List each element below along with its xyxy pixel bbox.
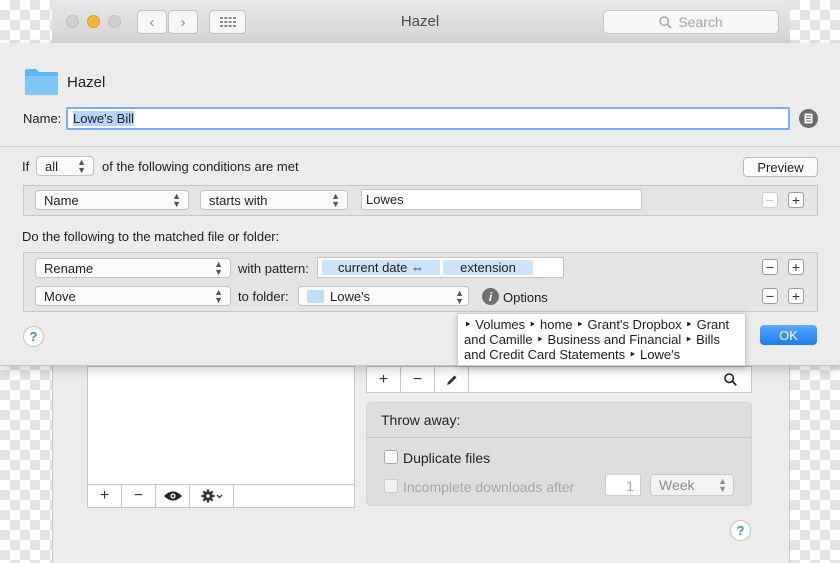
add-folder-button[interactable]: +: [88, 485, 122, 507]
preview-eye-button[interactable]: [156, 485, 190, 507]
chevron-left-icon: ‹: [149, 13, 155, 31]
remove-action1-button[interactable]: −: [762, 259, 778, 275]
add-condition-button[interactable]: +: [788, 192, 804, 208]
sheet-help-button[interactable]: ?: [23, 326, 44, 347]
minimize-window-button[interactable]: [87, 15, 100, 28]
action1-type-value: Rename: [44, 260, 94, 276]
period-value: Week: [659, 477, 695, 493]
incomplete-downloads-checkbox[interactable]: [384, 479, 398, 493]
rule-name-input[interactable]: Lowe's Bill: [66, 107, 790, 130]
remove-rule-button[interactable]: −: [401, 367, 435, 392]
match-mode-popup[interactable]: all ▲ ▼: [36, 156, 94, 176]
folder-path-tooltip: ‣ Volumes ‣ home ‣ Grant's Dropbox ‣ Gra…: [457, 313, 746, 366]
condition-operator-value: starts with: [209, 192, 268, 208]
gear-icon: [201, 489, 222, 503]
destination-folder-popup[interactable]: Lowe's ▲ ▼: [298, 286, 469, 306]
eye-icon: [163, 491, 182, 501]
duplicate-files-checkbox[interactable]: [384, 450, 398, 464]
throw-away-divider: [366, 437, 752, 438]
if-label: If: [22, 159, 30, 174]
folder-icon: [25, 69, 58, 95]
pencil-icon: [446, 375, 456, 385]
add-rule-button[interactable]: +: [367, 367, 401, 392]
remove-folder-button[interactable]: −: [122, 485, 156, 507]
search-placeholder: Search: [678, 14, 723, 30]
conditions-label: of the following conditions are met: [102, 159, 299, 174]
search-icon: [724, 373, 737, 386]
gear-menu-button[interactable]: [190, 485, 234, 507]
action1-type-popup[interactable]: Rename ▲ ▼: [35, 258, 231, 278]
updown-arrow-icon: ▲ ▼: [172, 191, 181, 209]
duplicate-files-label: Duplicate files: [403, 450, 491, 466]
name-label: Name:: [23, 111, 62, 126]
updown-arrow-icon: ▲ ▼: [77, 157, 86, 175]
remove-action2-button[interactable]: −: [762, 288, 778, 304]
forward-button[interactable]: ›: [168, 10, 198, 34]
updown-arrow-icon: ▲ ▼: [331, 191, 340, 209]
close-window-button[interactable]: [66, 15, 79, 28]
destination-folder-value: Lowe's: [330, 288, 371, 304]
sheet-divider: [0, 146, 840, 147]
condition-attribute-popup[interactable]: Name ▲ ▼: [35, 190, 189, 210]
action2-type-popup[interactable]: Move ▲ ▼: [35, 286, 231, 306]
match-mode-value: all: [45, 158, 59, 174]
sheet-title: Hazel: [67, 74, 106, 91]
incomplete-period-select[interactable]: Week ▲ ▼: [650, 474, 734, 496]
folder-icon: [307, 289, 324, 303]
rule-name-value: Lowe's Bill: [73, 111, 135, 126]
options-label[interactable]: Options: [503, 290, 548, 305]
updown-arrow-icon: ▲ ▼: [455, 288, 464, 306]
chevron-right-icon: ›: [180, 13, 186, 31]
pattern-token-extension[interactable]: extension: [443, 260, 533, 275]
search-field[interactable]: Search: [603, 10, 779, 34]
main-help-button[interactable]: ?: [730, 520, 751, 541]
with-pattern-label: with pattern:: [238, 261, 309, 276]
window-title: Hazel: [400, 13, 440, 30]
folder-list-toolbar: + −: [87, 484, 355, 508]
search-icon: [659, 15, 673, 29]
add-action1-button[interactable]: +: [788, 259, 804, 275]
notes-button[interactable]: [799, 109, 818, 128]
rules-filter-field[interactable]: [469, 367, 751, 392]
edit-rule-button[interactable]: [435, 367, 469, 392]
action2-type-value: Move: [44, 288, 76, 304]
condition-value-input[interactable]: Lowes: [361, 189, 642, 210]
actions-heading: Do the following to the matched file or …: [22, 229, 280, 244]
document-icon: [804, 113, 813, 124]
incomplete-downloads-count[interactable]: 1: [605, 474, 641, 496]
updown-arrow-icon: ▲ ▼: [214, 287, 223, 305]
updown-arrow-icon: ▲ ▼: [214, 259, 223, 277]
info-icon[interactable]: i: [482, 288, 499, 305]
show-all-button[interactable]: [209, 10, 246, 34]
throw-away-title: Throw away:: [381, 412, 461, 428]
to-folder-label: to folder:: [238, 289, 289, 304]
condition-operator-popup[interactable]: starts with ▲ ▼: [200, 190, 348, 210]
preview-button[interactable]: Preview: [743, 157, 818, 177]
remove-condition-button[interactable]: −: [762, 192, 778, 208]
zoom-window-button[interactable]: [108, 15, 121, 28]
rules-toolbar: + −: [366, 366, 752, 393]
updown-arrow-icon: ▲ ▼: [718, 476, 727, 494]
add-action2-button[interactable]: +: [788, 288, 804, 304]
back-button[interactable]: ‹: [137, 10, 167, 34]
grid-icon: [219, 17, 236, 27]
ok-button[interactable]: OK: [760, 325, 817, 345]
condition-attribute-value: Name: [44, 192, 79, 208]
incomplete-downloads-label: Incomplete downloads after: [403, 479, 575, 495]
pattern-token-date[interactable]: current date ⇔: [322, 260, 440, 275]
